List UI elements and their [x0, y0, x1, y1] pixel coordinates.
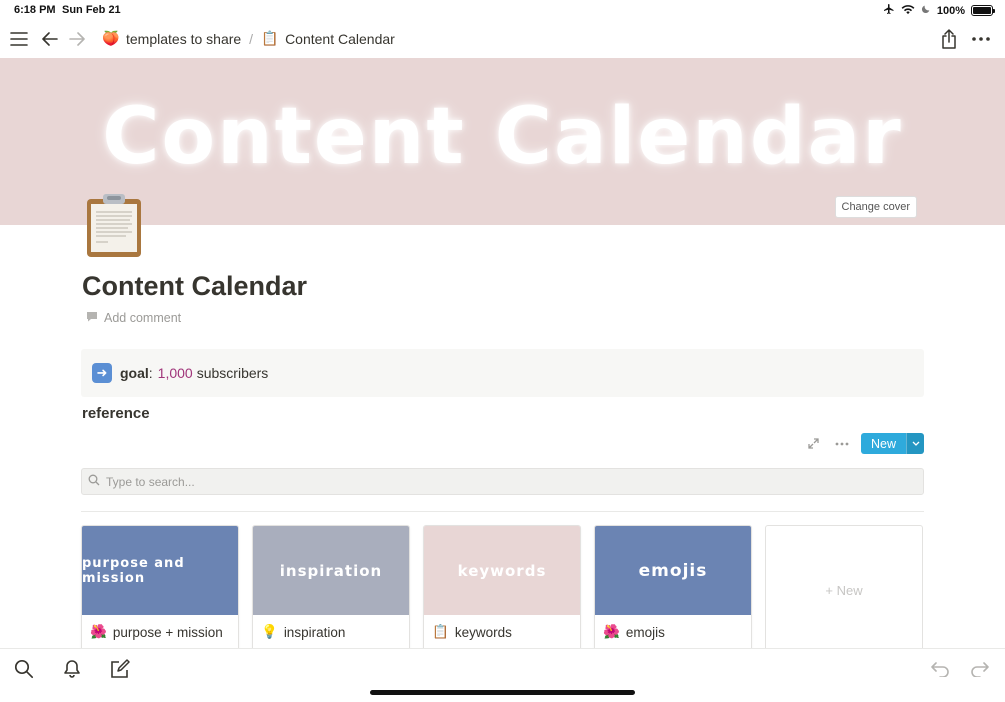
card-label: 💡 inspiration	[253, 615, 409, 649]
breadcrumb-content-calendar[interactable]: Content Calendar	[285, 31, 395, 47]
hibiscus-icon: 🌺	[603, 624, 620, 639]
wifi-icon	[901, 4, 915, 18]
top-navigation: 🍑 templates to share / 📋 Content Calenda…	[0, 22, 1005, 56]
page-cover: Content Calendar Change cover	[0, 58, 1005, 225]
right-arrow-icon: ➜	[92, 363, 112, 383]
home-indicator[interactable]	[370, 690, 635, 695]
more-options-icon[interactable]	[970, 28, 992, 50]
new-entry-button[interactable]: New	[860, 433, 924, 454]
search-input[interactable]	[106, 474, 886, 489]
callout-goal-label: goal	[120, 365, 149, 381]
card-cover: purpose and mission	[82, 526, 238, 615]
add-comment-button[interactable]: Add comment	[86, 311, 181, 325]
battery-percent: 100%	[936, 4, 965, 17]
gallery-new-card[interactable]: + New	[765, 525, 923, 655]
card-cover: emojis	[595, 526, 751, 615]
card-cover: inspiration	[253, 526, 409, 615]
lightbulb-icon: 💡	[261, 624, 278, 639]
card-title: inspiration	[283, 624, 346, 640]
card-cover: keywords	[424, 526, 580, 615]
page-title[interactable]: Content Calendar	[82, 271, 307, 302]
card-title: keywords	[454, 624, 512, 640]
database-search[interactable]	[81, 468, 924, 495]
change-cover-button[interactable]: Change cover	[834, 196, 917, 218]
gallery-view: purpose and mission 🌺 purpose + mission …	[81, 525, 923, 655]
moon-icon	[921, 4, 931, 17]
hibiscus-icon: 🌺	[90, 624, 107, 639]
bell-icon[interactable]	[60, 657, 84, 681]
goal-callout[interactable]: ➜ goal : 1,000 subscribers	[81, 349, 924, 397]
reference-heading[interactable]: reference	[82, 405, 150, 422]
peach-icon: 🍑	[102, 30, 120, 46]
status-date: Sun Feb 21	[62, 4, 121, 16]
database-toolbar: New	[805, 433, 924, 454]
add-comment-label: Add comment	[104, 311, 182, 325]
card-label: 🌺 purpose + mission	[82, 615, 238, 649]
search-icon	[88, 473, 100, 491]
gallery-card-purpose[interactable]: purpose and mission 🌺 purpose + mission	[81, 525, 239, 655]
back-arrow-icon[interactable]	[39, 28, 61, 50]
gallery-card-inspiration[interactable]: inspiration 💡 inspiration	[252, 525, 410, 655]
clipboard-page-icon[interactable]	[86, 194, 142, 258]
redo-icon[interactable]	[968, 657, 992, 681]
database-more-icon[interactable]	[833, 435, 851, 453]
card-title: emojis	[625, 624, 665, 640]
share-icon[interactable]	[938, 28, 960, 50]
battery-icon	[971, 5, 995, 16]
divider	[81, 511, 924, 512]
undo-icon[interactable]	[928, 657, 952, 681]
gallery-card-emojis[interactable]: emojis 🌺 emojis	[594, 525, 752, 655]
chevron-down-icon[interactable]	[906, 433, 924, 454]
card-label: 🌺 emojis	[595, 615, 751, 649]
menu-icon[interactable]	[8, 28, 30, 50]
forward-arrow-icon[interactable]	[66, 28, 88, 50]
new-entry-label[interactable]: New	[860, 433, 906, 454]
card-label: 📋 keywords	[424, 615, 580, 649]
comment-icon	[86, 311, 98, 325]
callout-goal-number: 1,000	[157, 365, 193, 381]
search-icon[interactable]	[12, 657, 36, 681]
callout-colon: :	[148, 365, 153, 381]
breadcrumb-templates-to-share[interactable]: templates to share	[126, 31, 241, 47]
clipboard-icon: 📋	[261, 30, 279, 46]
airplane-icon	[883, 3, 895, 18]
callout-goal-suffix: subscribers	[196, 365, 269, 381]
gallery-card-keywords[interactable]: keywords 📋 keywords	[423, 525, 581, 655]
status-time: 6:18 PM	[14, 4, 56, 16]
status-indicators: 100%	[883, 3, 995, 18]
expand-icon[interactable]	[805, 435, 823, 453]
card-title: purpose + mission	[112, 624, 223, 640]
breadcrumb-separator: /	[249, 30, 254, 47]
breadcrumb: 🍑 templates to share / 📋 Content Calenda…	[102, 30, 395, 47]
cover-title: Content Calendar	[102, 92, 903, 182]
status-bar: 6:18 PM Sun Feb 21 100%	[0, 0, 1005, 20]
clipboard-icon: 📋	[432, 624, 449, 639]
compose-icon[interactable]	[108, 657, 132, 681]
